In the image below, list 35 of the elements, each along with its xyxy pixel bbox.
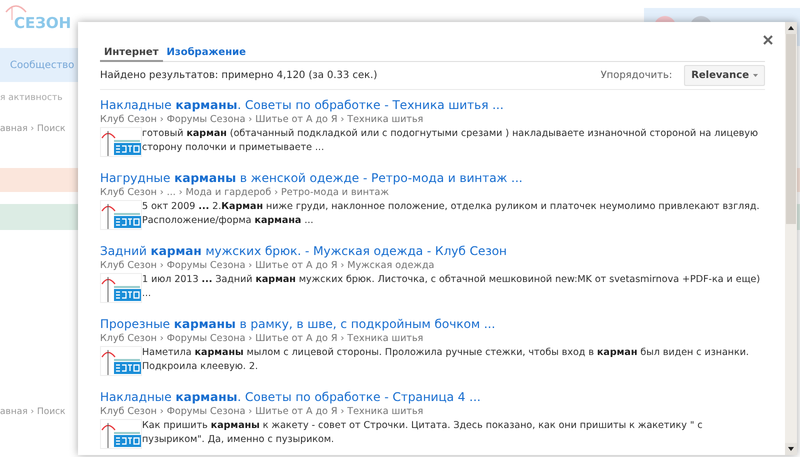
scroll-down-icon[interactable] — [785, 443, 797, 455]
breadcrumb: авная › Поиск — [0, 406, 66, 420]
sort-label: Упорядочить: — [600, 69, 672, 84]
result-title[interactable]: Накладные карманы. Советы по обработке - Техника шитья ... — [100, 97, 765, 113]
sort-dropdown[interactable]: Relevance — [684, 65, 765, 86]
close-button[interactable] — [763, 34, 773, 45]
caret-icon — [753, 74, 758, 78]
result-title[interactable]: Прорезные карманы в рамку, в шве, с подкройным бочком ... — [100, 316, 765, 332]
tab[interactable]: Изображение — [162, 47, 250, 62]
result-path: Клуб Сезон › Форумы Сезона › Шитье от А до Я › Мужская одежда — [100, 259, 436, 273]
site-logo-thumbnail — [100, 200, 142, 230]
site-logo-thumbnail — [100, 419, 142, 449]
result-snippet: готовый карман (обтачанный подкладкой или с подогнутыми срезами ) накладываете изнаночной стороной на лицевую сторону полочки и приметываете ... — [142, 127, 760, 155]
result-path: Клуб Сезон › Форумы Сезона › Шитье от А до Я › Техника шитья — [100, 113, 424, 127]
result-title[interactable]: Задний карман мужских брюк. - Мужская одежда - Клуб Сезон — [100, 243, 765, 259]
result-path: Клуб Сезон › Форумы Сезона › Шитье от А до Я › Техника шитья — [100, 332, 424, 346]
result-title[interactable]: Накладные карманы. Советы по обработке - Страница 4 ... — [100, 389, 765, 405]
site-logo-thumbnail — [100, 127, 142, 157]
result-snippet: 5 окт 2009 ... 2.Карман ниже груди, наклонное положение, отделка руликом и платочек неумолимо привлекают взгляд. Расположение/форма кармана ... — [142, 200, 760, 228]
result-path: Клуб Сезон › ... › Мода и гардероб › Ретро-мода и винтаж — [100, 186, 390, 200]
result-snippet: Как пришить карманы к жакету - совет от Строчки. Цитата. Здесь показано, как они пришиты к жакетику " с пузыриком". Да, именно с пузыриком. — [142, 419, 704, 447]
scroll-thumb[interactable] — [786, 34, 796, 224]
result-snippet: 1 июл 2013 ... Задний карман мужских брюк. Листочка, с обтачной мешковиной new:MK от svetasmirnova +PDF-ка и еще) ... — [142, 273, 762, 301]
result-path: Клуб Сезон › Форумы Сезона › Шитье от А до Я › Техника шитья — [100, 405, 424, 419]
close-icon — [763, 34, 773, 45]
scrollbar[interactable] — [785, 22, 797, 455]
tab[interactable]: Интернет — [100, 47, 163, 62]
site-logo-thumbnail — [100, 273, 142, 303]
result-snippet: Наметила карманы мылом с лицевой стороны. Проложила ручные стежки, чтобы вход в карман был виден с изнанки. Подкроила клеевую. 2. — [142, 346, 750, 374]
scroll-up-icon[interactable] — [785, 22, 797, 34]
site-logo-thumbnail — [100, 346, 142, 376]
logo: СЕЗОН — [4, 2, 72, 31]
results-count: Найдено результатов: примерно 4,120 (за 0.33 сек.) — [100, 69, 378, 84]
result-title[interactable]: Нагрудные карманы в женской одежде - Ретро-мода и винтаж ... — [100, 170, 765, 186]
breadcrumb: авная › Поиск — [0, 123, 66, 136]
